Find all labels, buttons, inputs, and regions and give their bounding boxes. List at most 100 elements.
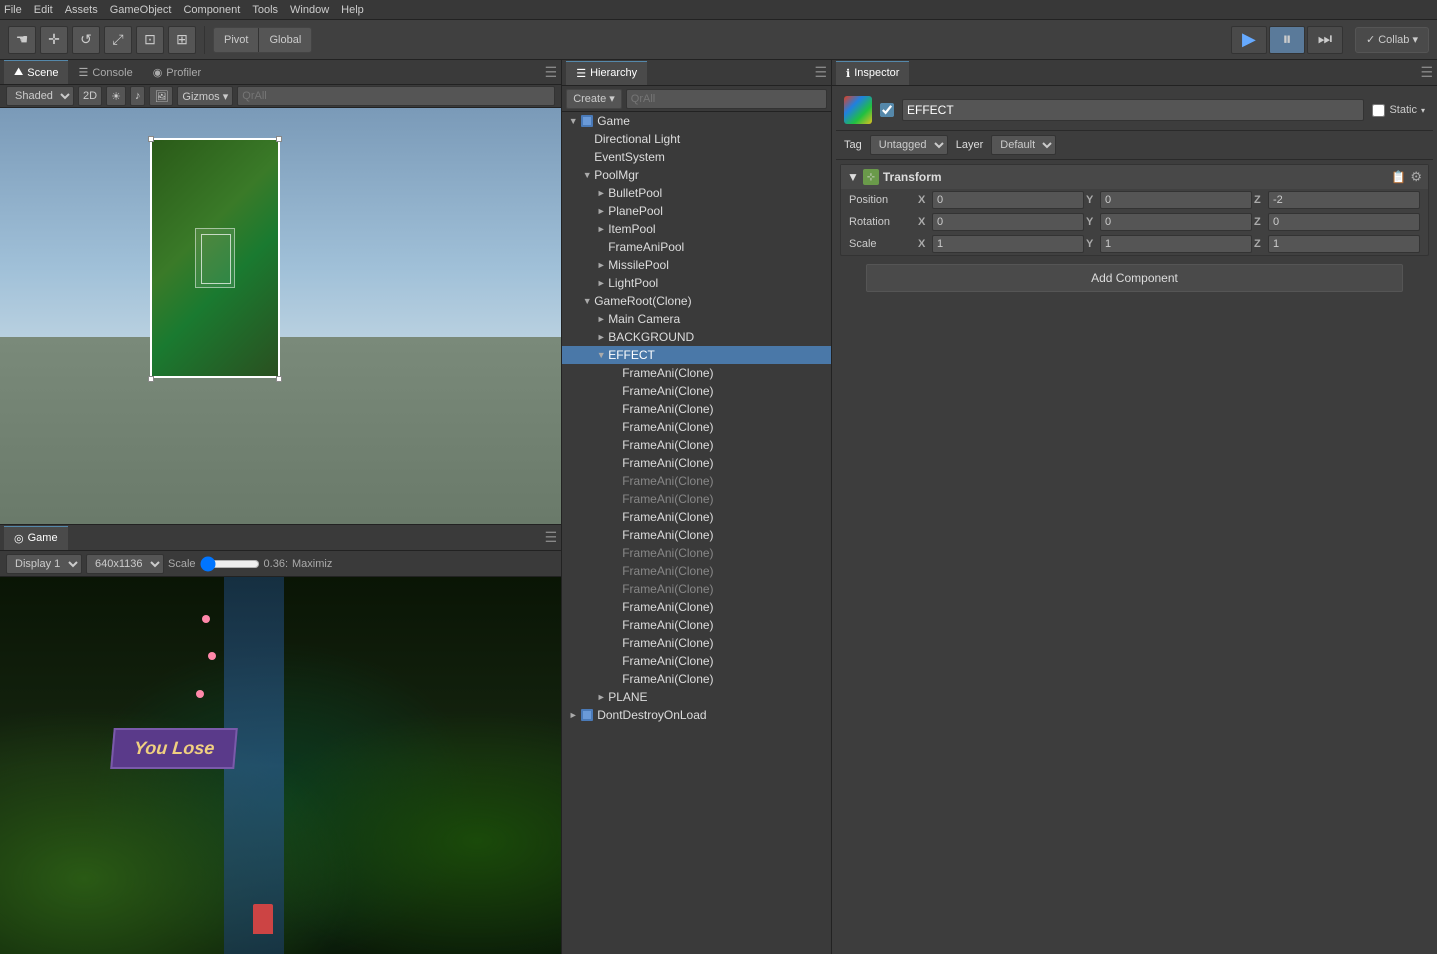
step-button[interactable]: ⏭ [1307, 26, 1343, 54]
hierarchy-item-frameani5[interactable]: FrameAni(Clone) [562, 436, 831, 454]
scale-x-input[interactable] [932, 235, 1084, 253]
tree-arrow-game[interactable]: ▼ [566, 116, 580, 126]
position-z-input[interactable] [1268, 191, 1420, 209]
maximize-btn[interactable]: Maximiz [292, 558, 332, 570]
tree-arrow-dontdestroy[interactable]: ► [566, 710, 580, 720]
rotation-z-input[interactable] [1268, 213, 1420, 231]
menu-file[interactable]: File [4, 4, 22, 16]
tab-inspector[interactable]: ℹ Inspector [836, 61, 909, 85]
hierarchy-item-frameani6[interactable]: FrameAni(Clone) [562, 454, 831, 472]
tree-arrow-plane[interactable]: ► [594, 692, 608, 702]
transform-component-header[interactable]: ▼ ⊹ Transform 📋 ⚙ [841, 165, 1428, 189]
menu-help[interactable]: Help [341, 4, 364, 16]
menu-component[interactable]: Component [183, 4, 240, 16]
add-component-button[interactable]: Add Component [866, 264, 1403, 292]
play-button[interactable]: ▶ [1231, 26, 1267, 54]
hierarchy-item-bulletpool[interactable]: ►BulletPool [562, 184, 831, 202]
object-name-input[interactable] [902, 99, 1364, 121]
tool-hand[interactable]: ☚ [8, 26, 36, 54]
tool-scale[interactable]: ⤢ [104, 26, 132, 54]
scene-selected-object[interactable] [150, 138, 280, 378]
scene-panel-menu[interactable]: ☰ [545, 64, 558, 81]
hierarchy-item-directional-light[interactable]: Directional Light [562, 130, 831, 148]
tree-arrow-gameroot[interactable]: ▼ [580, 296, 594, 306]
tool-move[interactable]: ✛ [40, 26, 68, 54]
transform-collapse-arrow[interactable]: ▼ [847, 170, 859, 184]
menu-tools[interactable]: Tools [252, 4, 278, 16]
global-btn[interactable]: Global [259, 28, 311, 52]
hierarchy-item-frameani4[interactable]: FrameAni(Clone) [562, 418, 831, 436]
static-checkbox[interactable] [1372, 104, 1385, 117]
tree-arrow-effect[interactable]: ▼ [594, 350, 608, 360]
tree-arrow-missilepool[interactable]: ► [594, 260, 608, 270]
hierarchy-create-btn[interactable]: Create ▾ [566, 89, 622, 109]
hierarchy-item-frameani8[interactable]: FrameAni(Clone) [562, 490, 831, 508]
scale-y-input[interactable] [1100, 235, 1252, 253]
hierarchy-item-game[interactable]: ▼Game [562, 112, 831, 130]
hierarchy-item-frameani14[interactable]: FrameAni(Clone) [562, 598, 831, 616]
hierarchy-item-frameani2[interactable]: FrameAni(Clone) [562, 382, 831, 400]
hierarchy-item-main-camera[interactable]: ►Main Camera [562, 310, 831, 328]
menu-gameobject[interactable]: GameObject [110, 4, 172, 16]
hierarchy-item-frameani9[interactable]: FrameAni(Clone) [562, 508, 831, 526]
hierarchy-item-frameani13[interactable]: FrameAni(Clone) [562, 580, 831, 598]
rotation-y-input[interactable] [1100, 213, 1252, 231]
position-y-input[interactable] [1100, 191, 1252, 209]
tree-arrow-background[interactable]: ► [594, 332, 608, 342]
tool-rect[interactable]: ⊡ [136, 26, 164, 54]
hierarchy-item-eventsystem[interactable]: EventSystem [562, 148, 831, 166]
scene-search-input[interactable] [237, 86, 555, 106]
hierarchy-item-frameani18[interactable]: FrameAni(Clone) [562, 670, 831, 688]
transform-settings-icon[interactable]: ⚙ [1410, 169, 1422, 185]
hierarchy-item-frameani7[interactable]: FrameAni(Clone) [562, 472, 831, 490]
inspector-panel-menu[interactable]: ☰ [1420, 64, 1433, 81]
tree-arrow-main-camera[interactable]: ► [594, 314, 608, 324]
display-dropdown[interactable]: Display 1 [6, 554, 82, 574]
menu-assets[interactable]: Assets [65, 4, 98, 16]
scale-slider[interactable] [200, 556, 260, 572]
hierarchy-item-frameanipool[interactable]: FrameAniPool [562, 238, 831, 256]
collab-button[interactable]: ✓ Collab ▾ [1355, 27, 1429, 53]
hierarchy-item-dontdestroy[interactable]: ►DontDestroyOnLoad [562, 706, 831, 724]
hierarchy-item-frameani11[interactable]: FrameAni(Clone) [562, 544, 831, 562]
tool-transform[interactable]: ⊞ [168, 26, 196, 54]
lighting-button[interactable]: ☀ [106, 86, 126, 106]
hierarchy-item-planepool[interactable]: ►PlanePool [562, 202, 831, 220]
menu-edit[interactable]: Edit [34, 4, 53, 16]
hierarchy-item-lightpool[interactable]: ►LightPool [562, 274, 831, 292]
resolution-dropdown[interactable]: 640x1136 [86, 554, 164, 574]
gizmos-button[interactable]: Gizmos ▾ [177, 86, 233, 106]
pivot-btn[interactable]: Pivot [214, 28, 259, 52]
hierarchy-item-frameani1[interactable]: FrameAni(Clone) [562, 364, 831, 382]
game-panel-menu[interactable]: ☰ [545, 529, 558, 546]
object-active-checkbox[interactable] [880, 103, 894, 117]
position-x-input[interactable] [932, 191, 1084, 209]
hierarchy-item-missilepool[interactable]: ►MissilePool [562, 256, 831, 274]
hierarchy-item-frameani3[interactable]: FrameAni(Clone) [562, 400, 831, 418]
tab-hierarchy[interactable]: ☰ Hierarchy [566, 61, 647, 85]
tag-dropdown[interactable]: Untagged [870, 135, 948, 155]
hierarchy-item-gameroot[interactable]: ▼GameRoot(Clone) [562, 292, 831, 310]
hierarchy-panel-menu[interactable]: ☰ [814, 64, 827, 81]
hierarchy-item-plane[interactable]: ►PLANE [562, 688, 831, 706]
hierarchy-item-itempool[interactable]: ►ItemPool [562, 220, 831, 238]
tree-arrow-poolmgr[interactable]: ▼ [580, 170, 594, 180]
scale-z-input[interactable] [1268, 235, 1420, 253]
tab-game[interactable]: ◎ Game [4, 526, 68, 550]
tab-console[interactable]: ☰ Console [68, 60, 142, 84]
hierarchy-item-background[interactable]: ►BACKGROUND [562, 328, 831, 346]
menu-window[interactable]: Window [290, 4, 329, 16]
hierarchy-item-poolmgr[interactable]: ▼PoolMgr [562, 166, 831, 184]
hierarchy-item-effect[interactable]: ▼EFFECT [562, 346, 831, 364]
hierarchy-item-frameani17[interactable]: FrameAni(Clone) [562, 652, 831, 670]
tree-arrow-bulletpool[interactable]: ► [594, 188, 608, 198]
tree-arrow-planepool[interactable]: ► [594, 206, 608, 216]
pause-button[interactable]: ⏸ [1269, 26, 1305, 54]
tree-arrow-lightpool[interactable]: ► [594, 278, 608, 288]
tree-arrow-itempool[interactable]: ► [594, 224, 608, 234]
pivot-global-toggle[interactable]: Pivot Global [213, 27, 312, 53]
hierarchy-item-frameani10[interactable]: FrameAni(Clone) [562, 526, 831, 544]
audio-button[interactable]: ♪ [130, 86, 146, 106]
hierarchy-item-frameani12[interactable]: FrameAni(Clone) [562, 562, 831, 580]
hierarchy-item-frameani16[interactable]: FrameAni(Clone) [562, 634, 831, 652]
